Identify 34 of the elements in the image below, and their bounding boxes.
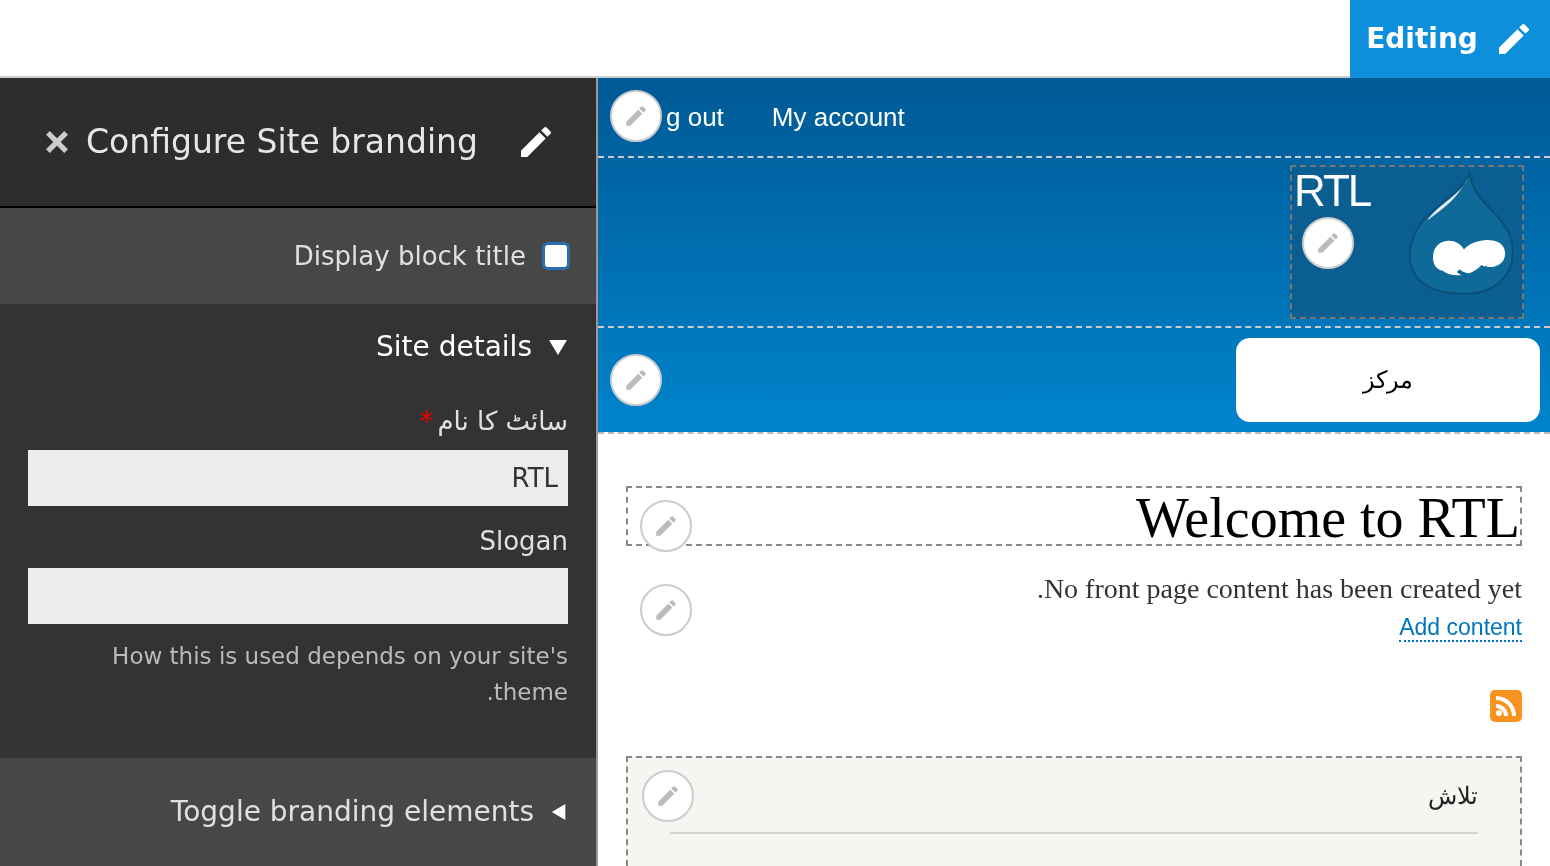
sidebar-title: Configure Site branding xyxy=(86,121,479,164)
pencil-icon xyxy=(653,597,679,623)
site-details-toggle[interactable]: Site details xyxy=(376,326,568,368)
pencil-icon xyxy=(623,103,649,129)
search-title: تلاش xyxy=(1428,781,1478,812)
field-description: .theme xyxy=(486,678,568,707)
page-title: Welcome to RTL xyxy=(1136,488,1520,548)
menu-link[interactable]: g out xyxy=(666,97,724,137)
checkbox-label: Display block title xyxy=(293,239,526,273)
caret-icon xyxy=(550,803,568,821)
text-field[interactable] xyxy=(28,568,568,624)
close-button[interactable] xyxy=(44,129,70,155)
editing-button[interactable]: Editing xyxy=(1350,0,1550,78)
edit-pencil-button[interactable] xyxy=(1302,217,1354,269)
menu-link[interactable]: My account xyxy=(771,97,905,137)
caret-icon xyxy=(548,337,568,357)
edit-pencil-button[interactable] xyxy=(610,354,662,406)
field-description: How this is used depends on your site's xyxy=(112,642,568,671)
pencil-icon xyxy=(653,513,679,539)
text-field[interactable]: RTL xyxy=(28,450,568,506)
pencil-icon xyxy=(1315,230,1341,256)
site-name: RTL xyxy=(1293,167,1371,213)
required-asterisk: * xyxy=(419,408,434,436)
add-content-link[interactable]: Add content xyxy=(1399,614,1522,642)
rss-icon xyxy=(1490,690,1522,722)
display-title-checkbox[interactable] xyxy=(542,242,570,270)
close-icon xyxy=(44,129,70,155)
empty-message: .No front page content has been created yet xyxy=(1036,572,1522,606)
pencil-icon xyxy=(623,367,649,393)
pencil-icon xyxy=(655,783,681,809)
nav-tab[interactable]: مرکز xyxy=(1236,338,1540,422)
field-label: سائٹ کا نام xyxy=(437,408,568,434)
edit-pencil-button[interactable] xyxy=(610,90,662,142)
field-label: Slogan xyxy=(479,528,568,554)
